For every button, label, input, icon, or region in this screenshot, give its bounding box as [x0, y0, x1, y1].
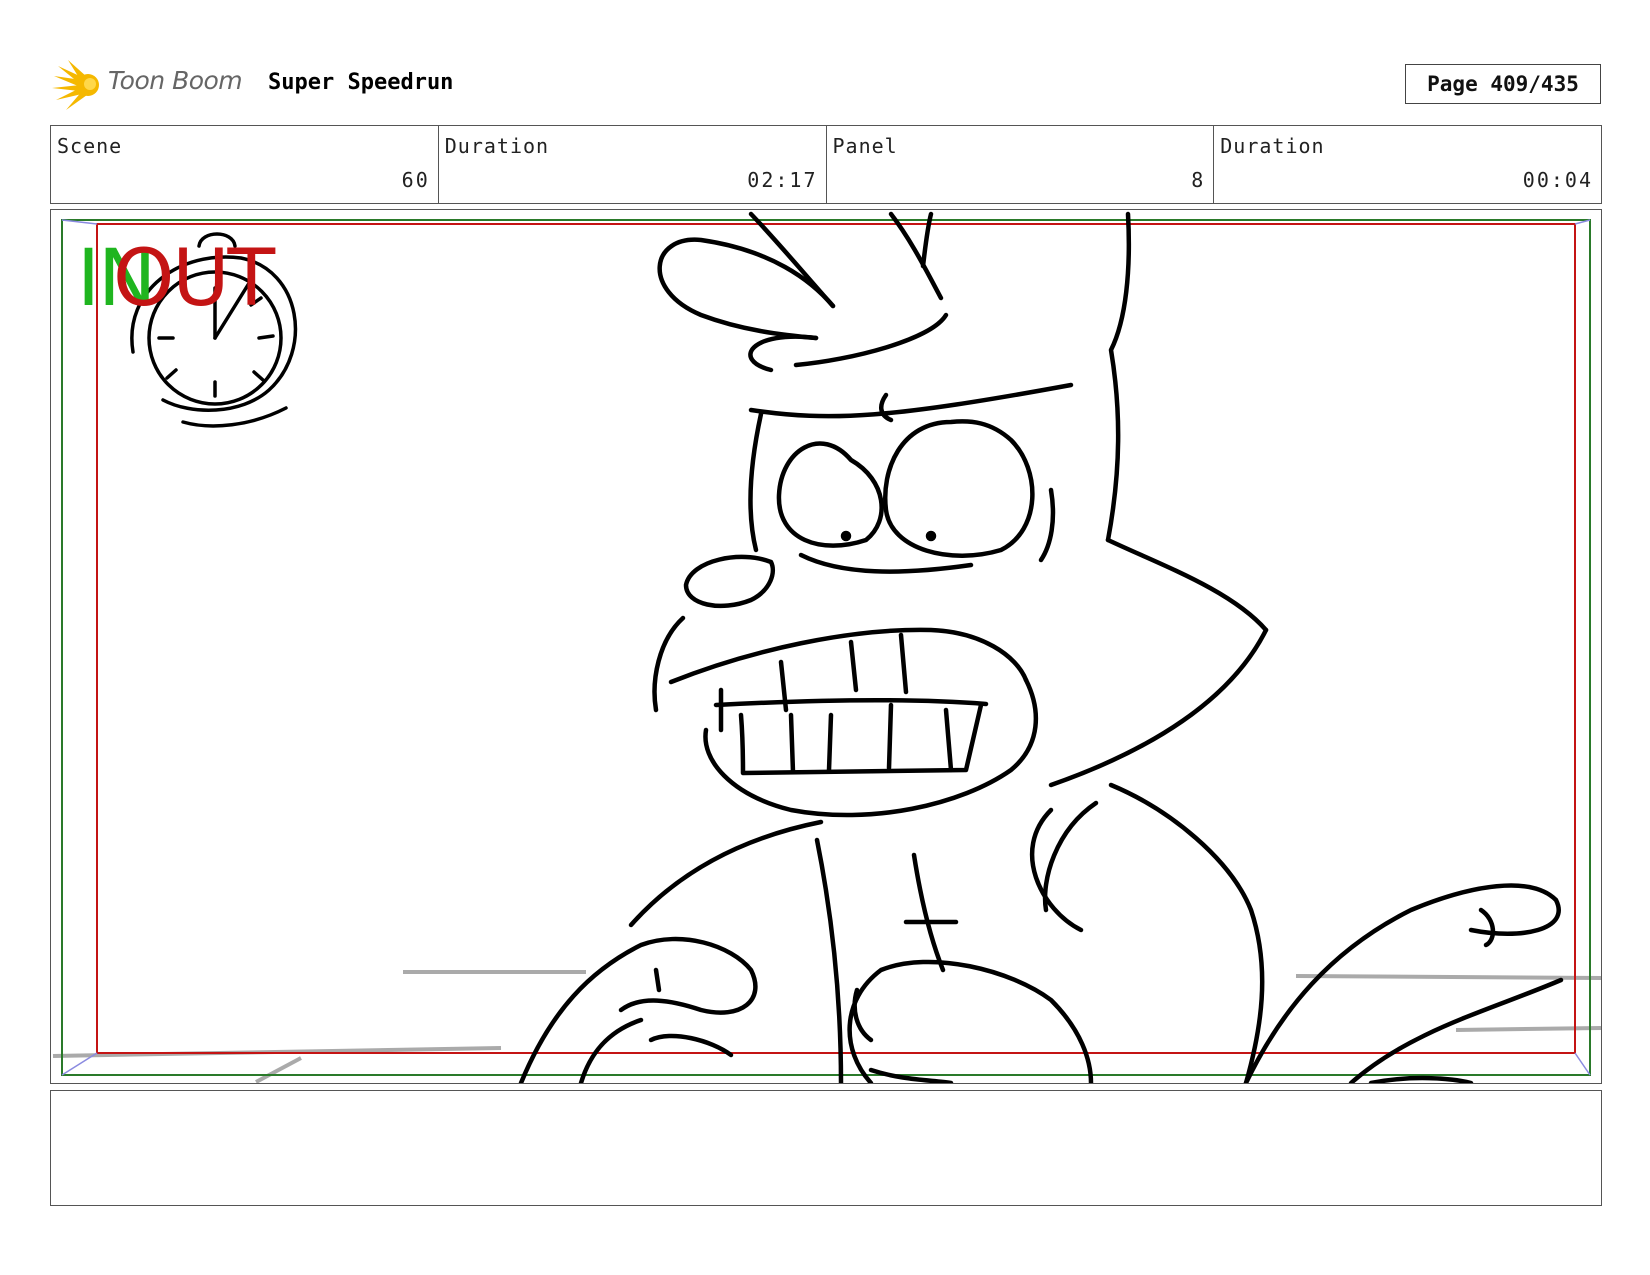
panel-duration-label: Duration	[1220, 134, 1325, 158]
frame-corner-marks	[61, 219, 1591, 1076]
page-header: Toon Boom Super Speedrun Page 409/435	[0, 0, 1650, 120]
logo-text: Toon Boom	[108, 66, 243, 95]
out-marker: OUT	[113, 234, 275, 324]
character-sketch	[518, 211, 1564, 1083]
page-number: Page 409/435	[1405, 64, 1601, 104]
panel-notes	[50, 1090, 1602, 1206]
safe-frame	[61, 219, 1591, 1076]
scene-info-table: Scene 60 Duration 02:17 Panel 8 Duration…	[50, 125, 1602, 204]
panel-value: 8	[1191, 168, 1206, 192]
scene-duration-label: Duration	[444, 134, 550, 158]
scene-value: 60	[401, 168, 430, 192]
panel-label: Panel	[832, 134, 898, 158]
scene-cell: Scene 60	[51, 126, 439, 203]
starburst-icon	[52, 60, 99, 110]
storyboard-panel: IN OUT	[50, 209, 1602, 1084]
project-title: Super Speedrun	[268, 70, 454, 95]
scene-duration-cell: Duration 02:17	[439, 126, 827, 203]
panel-cell: Panel 8	[827, 126, 1215, 203]
scene-label: Scene	[57, 134, 123, 158]
panel-duration-value: 00:04	[1522, 168, 1593, 192]
background-lines	[52, 970, 1601, 1083]
panel-duration-cell: Duration 00:04	[1214, 126, 1601, 203]
toon-boom-logo: Toon Boom	[52, 58, 252, 112]
scene-duration-value: 02:17	[747, 168, 818, 192]
panel-drawing	[52, 211, 1601, 1083]
